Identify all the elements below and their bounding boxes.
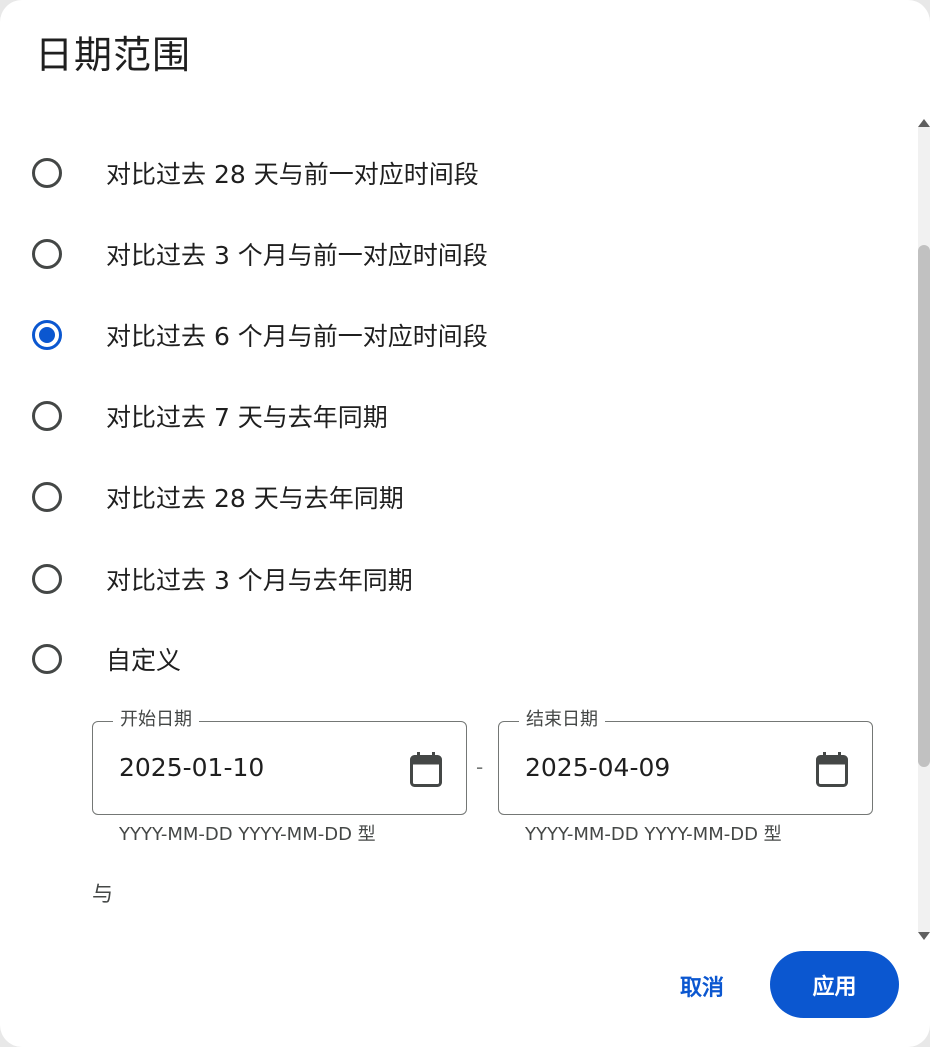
scroll-up-arrow-icon[interactable] bbox=[918, 119, 930, 127]
option-label: 对比过去 3 个月与去年同期 bbox=[106, 566, 413, 595]
scroll-down-arrow-icon[interactable] bbox=[918, 932, 930, 940]
option-last-3-months-vs-previous[interactable]: 对比过去 3 个月与前一对应时间段 bbox=[32, 233, 488, 275]
option-label: 对比过去 3 个月与前一对应时间段 bbox=[106, 241, 488, 270]
scrollbar-thumb[interactable] bbox=[918, 245, 930, 767]
calendar-icon[interactable] bbox=[816, 752, 848, 788]
radio-button[interactable] bbox=[32, 401, 62, 431]
end-date-field[interactable]: 结束日期 2025-04-09 bbox=[498, 708, 873, 815]
end-date-label: 结束日期 bbox=[519, 708, 605, 732]
option-label: 对比过去 28 天与去年同期 bbox=[106, 484, 404, 513]
option-label: 对比过去 28 天与前一对应时间段 bbox=[106, 160, 479, 189]
start-date-input[interactable]: 2025-01-10 bbox=[119, 752, 264, 784]
radio-dot bbox=[39, 327, 55, 343]
date-range-dialog: 日期范围 对比过去 28 天与前一对应时间段 对比过去 3 个月与前一对应时间段… bbox=[0, 0, 930, 1047]
radio-button[interactable] bbox=[32, 644, 62, 674]
end-date-input[interactable]: 2025-04-09 bbox=[525, 752, 670, 784]
radio-button[interactable] bbox=[32, 564, 62, 594]
cancel-button[interactable]: 取消 bbox=[662, 958, 742, 1014]
start-date-field[interactable]: 开始日期 2025-01-10 bbox=[92, 708, 467, 815]
radio-button[interactable] bbox=[32, 239, 62, 269]
radio-button-selected[interactable] bbox=[32, 320, 62, 350]
radio-button[interactable] bbox=[32, 482, 62, 512]
option-last-3-months-vs-last-year[interactable]: 对比过去 3 个月与去年同期 bbox=[32, 558, 413, 600]
end-date-hint: YYYY-MM-DD YYYY-MM-DD 型 bbox=[525, 824, 782, 845]
option-label: 对比过去 7 天与去年同期 bbox=[106, 403, 388, 432]
option-last-7-days-vs-last-year[interactable]: 对比过去 7 天与去年同期 bbox=[32, 395, 388, 437]
apply-button[interactable]: 应用 bbox=[770, 951, 899, 1018]
option-last-28-days-vs-last-year[interactable]: 对比过去 28 天与去年同期 bbox=[32, 476, 404, 518]
option-label: 自定义 bbox=[106, 646, 182, 675]
start-date-hint: YYYY-MM-DD YYYY-MM-DD 型 bbox=[119, 824, 376, 845]
option-last-28-days-vs-previous[interactable]: 对比过去 28 天与前一对应时间段 bbox=[32, 152, 479, 194]
option-label: 对比过去 6 个月与前一对应时间段 bbox=[106, 322, 488, 351]
joiner-text: 与 bbox=[92, 882, 113, 906]
calendar-icon[interactable] bbox=[410, 752, 442, 788]
date-range-separator: - bbox=[476, 755, 484, 779]
option-last-6-months-vs-previous[interactable]: 对比过去 6 个月与前一对应时间段 bbox=[32, 314, 488, 356]
scrollbar[interactable] bbox=[916, 117, 930, 942]
option-custom[interactable]: 自定义 bbox=[32, 638, 181, 680]
radio-button[interactable] bbox=[32, 158, 62, 188]
dialog-title: 日期范围 bbox=[35, 33, 192, 77]
start-date-label: 开始日期 bbox=[113, 708, 199, 732]
